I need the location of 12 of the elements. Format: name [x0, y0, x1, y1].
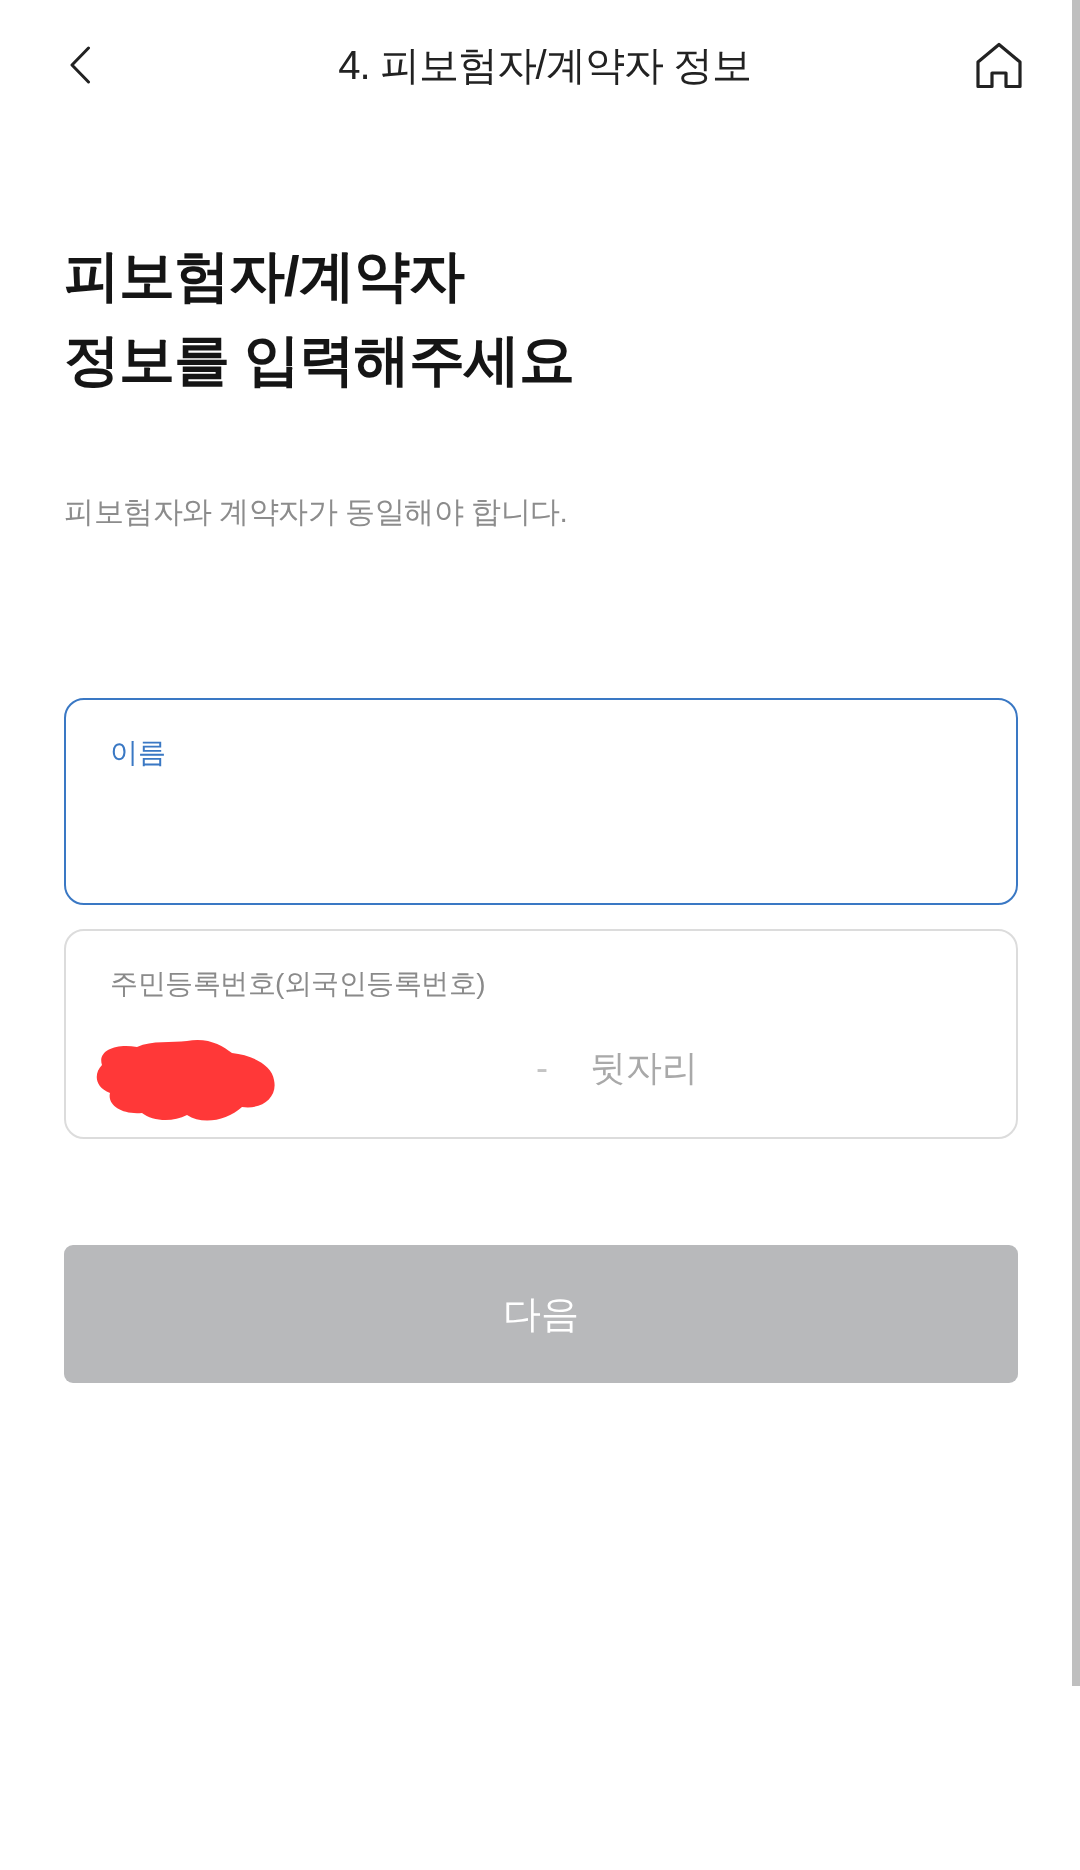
back-chevron-icon [69, 46, 91, 84]
page-heading: 피보험자/계약자 정보를 입력해주세요 [64, 243, 575, 393]
home-button[interactable] [975, 41, 1023, 89]
field-label: 주민등록번호(외국인등록번호) [110, 967, 486, 1001]
field-label: 이름 [110, 736, 165, 770]
page-title: 4. 피보험자/계약자 정보 [338, 41, 751, 89]
notice-text: 피보험자와 계약자가 동일해야 합니다. [64, 494, 569, 530]
name-field[interactable]: 이름 [64, 698, 1018, 905]
home-icon [975, 41, 1023, 89]
separator-dash: - [536, 1046, 548, 1090]
resident-number-field[interactable]: 주민등록번호(외국인등록번호) - 뒷자리 [64, 929, 1018, 1139]
back-digits-input[interactable]: 뒷자리 [590, 1043, 890, 1093]
